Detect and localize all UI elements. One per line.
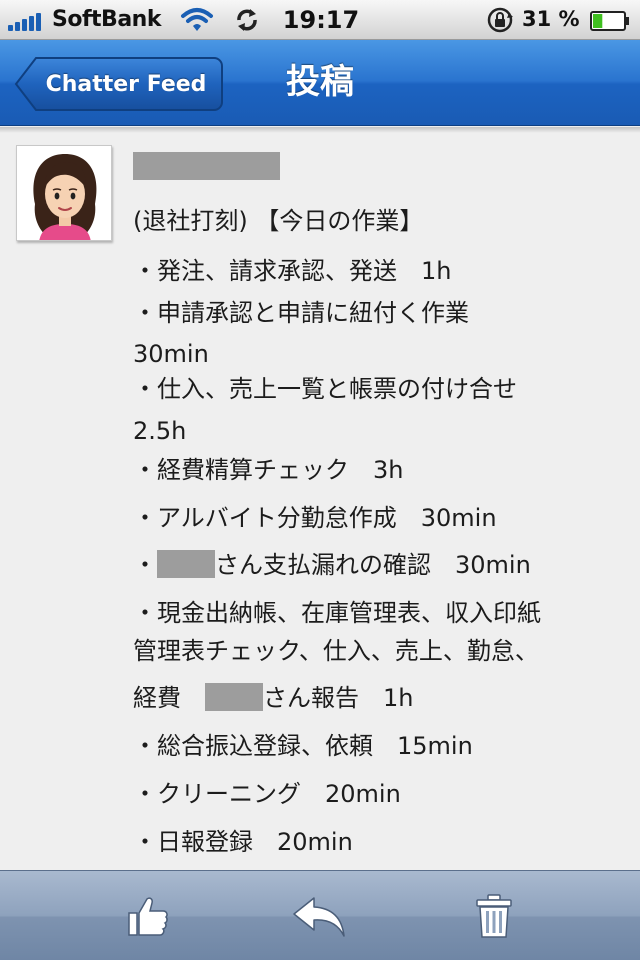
wifi-icon [180,6,214,34]
avatar-icon [17,146,111,240]
post-line: 2.5h [133,417,187,445]
post-line: ・総合振込登録、依頼 15min [133,732,473,760]
delete-icon [476,894,512,938]
back-button[interactable]: Chatter Feed [14,56,224,112]
signal-icon [8,11,48,31]
delete-button[interactable] [466,889,522,943]
post-line-text: 経費 [133,684,205,712]
post-detail: (退社打刻) 【今日の作業】 ・発注、請求承認、発送 1h ・申請承認と申請に紐… [0,133,640,870]
avatar[interactable] [16,145,112,241]
post-line-text: さん報告 1h [263,684,414,712]
post-line: ・ さん支払漏れの確認 30min [133,545,531,580]
carrier-name: SoftBank [52,7,161,32]
sync-icon [233,6,261,34]
post-line: (退社打刻) 【今日の作業】 [133,207,424,235]
post-line: 30min [133,340,209,368]
clock: 19:17 [282,6,360,34]
rotation-lock-icon [484,7,516,33]
post-line: ・クリーニング 20min [133,780,401,808]
like-button[interactable] [120,889,176,943]
bottom-toolbar [0,870,640,960]
post-line-text: さん支払漏れの確認 30min [215,551,531,579]
post-line: 経費 さん報告 1h [133,678,413,713]
person-name-redacted [157,550,215,578]
post-line: 管理表チェック、仕入、売上、勤怠、 [133,637,539,665]
author-name-redacted [133,152,280,180]
post-line: ・現金出納帳、在庫管理表、収入印紙 [133,599,541,627]
nav-bar: Chatter Feed 投稿 [0,40,640,126]
status-bar: SoftBank 19:17 31 % [0,0,640,40]
reply-button[interactable] [292,889,348,943]
post-line: ・経費精算チェック 3h [133,456,404,484]
like-icon [128,897,168,936]
person-name-redacted [205,683,263,711]
post-line: ・発注、請求承認、発送 1h [133,257,452,285]
post-line: ・仕入、売上一覧と帳票の付け合せ [133,375,517,403]
reply-icon [293,897,345,937]
post-line: ・申請承認と申請に紐付く作業 [133,299,469,327]
post-line: ・アルバイト分勤怠作成 30min [133,504,497,532]
back-button-label: Chatter Feed [45,71,207,97]
page-title: 投稿 [286,62,354,102]
battery-icon [590,11,630,31]
post-line: ・日報登録 20min [133,828,353,856]
post-line-bullet: ・ [133,551,157,579]
battery-percent: 31 % [522,7,580,31]
